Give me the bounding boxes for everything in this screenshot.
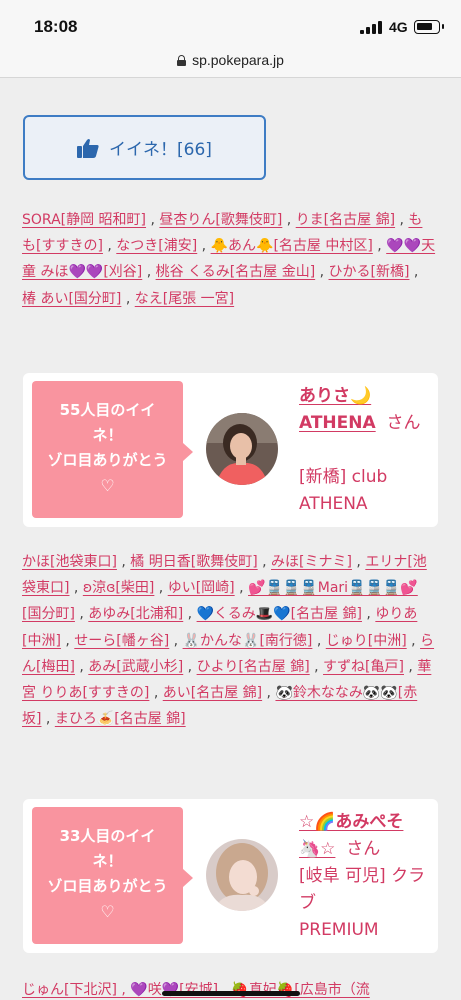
liker-link[interactable]: 🐥あん🐥[名古屋 中村区] bbox=[211, 238, 373, 254]
like-button[interactable]: イイネ！[66] bbox=[23, 115, 266, 180]
liker-link[interactable]: りま[名古屋 錦] bbox=[296, 212, 395, 228]
liker-link[interactable]: あゆみ[北浦和] bbox=[88, 606, 183, 622]
heart-icon: ♡ bbox=[100, 902, 115, 921]
lock-icon bbox=[177, 54, 187, 66]
girl-name[interactable]: ATHENA bbox=[299, 413, 376, 433]
battery-icon bbox=[414, 20, 444, 34]
liker-link[interactable]: SORA[静岡 昭和町] bbox=[22, 212, 146, 228]
separator: , bbox=[372, 238, 387, 255]
liker-link[interactable]: じゅり[中洲] bbox=[326, 633, 407, 649]
shop-line: PREMIUM bbox=[299, 920, 379, 940]
separator: , bbox=[183, 606, 197, 623]
liker-link[interactable]: 🐰かんな🐰[南行徳] bbox=[183, 633, 313, 649]
shop-line: [岐阜 可児] クラ bbox=[299, 866, 426, 886]
separator: , bbox=[361, 606, 376, 623]
girl-name[interactable]: 🦄☆ bbox=[299, 839, 335, 859]
status-time: 18:08 bbox=[34, 17, 78, 36]
separator: , bbox=[183, 658, 197, 675]
liker-link[interactable]: 昼杏りん[歌舞伎町] bbox=[159, 212, 282, 228]
liker-link[interactable]: あみ[武蔵小杉] bbox=[88, 659, 183, 675]
thanks-message-line: 55人目のイイ bbox=[59, 401, 156, 419]
separator: , bbox=[257, 554, 272, 570]
thanks-message-line: ネ！ bbox=[92, 852, 123, 870]
thanks-card-2[interactable]: 33人目のイイ ネ！ ゾロ目ありがとう ♡ ☆🌈あみぺそ 🦄☆ さん [岐阜 可… bbox=[23, 799, 438, 953]
thanks-message-line: ネ！ bbox=[92, 426, 123, 444]
liker-link[interactable]: ゆい[岡崎] bbox=[168, 580, 235, 596]
status-bar: 18:08 4G bbox=[0, 0, 461, 44]
liker-link[interactable]: せーら[幡ヶ谷] bbox=[74, 633, 169, 649]
thanks-message-line: ゾロ目ありがとう bbox=[47, 451, 168, 469]
page-content: イイネ！[66] SORA[静岡 昭和町] , 昼杏りん[歌舞伎町] , りま[… bbox=[0, 79, 461, 1000]
separator: , bbox=[409, 264, 419, 281]
liker-link[interactable]: みほ[ミナミ] bbox=[271, 554, 352, 570]
separator: , bbox=[282, 212, 296, 228]
like-button-label: イイネ！[66] bbox=[109, 140, 212, 160]
separator: , bbox=[69, 580, 83, 597]
liker-link[interactable]: ʚ涼ɞ[柴田] bbox=[83, 580, 155, 596]
liker-link[interactable]: 桃谷 くるみ[名古屋 金山] bbox=[156, 264, 316, 280]
address-bar[interactable]: sp.pokepara.jp bbox=[0, 44, 461, 78]
thanks-bubble: 33人目のイイ ネ！ ゾロ目ありがとう ♡ bbox=[32, 807, 193, 944]
likers-list-2: かほ[池袋東口] , 橘 明日香[歌舞伎町] , みほ[ミナミ] , エリナ[池… bbox=[22, 549, 436, 732]
shop-info: [新橋] club ATHENA bbox=[299, 464, 429, 518]
liker-link[interactable]: ひかる[新橋] bbox=[329, 264, 410, 280]
network-type: 4G bbox=[389, 19, 408, 35]
shop-info: [岐阜 可児] クラ ブ PREMIUM bbox=[299, 863, 429, 944]
thanks-card-1[interactable]: 55人目のイイ ネ！ ゾロ目ありがとう ♡ ありさ🌙 ATHENA さん [新橋… bbox=[23, 373, 438, 527]
separator: , bbox=[102, 238, 117, 255]
separator: , bbox=[312, 632, 326, 649]
girl-name[interactable]: ☆🌈あみぺそ bbox=[299, 812, 403, 832]
shop-line: ATHENA bbox=[299, 494, 368, 514]
separator: , bbox=[121, 290, 135, 307]
signal-icon bbox=[360, 20, 384, 34]
separator: , bbox=[403, 658, 418, 675]
separator: , bbox=[116, 554, 131, 570]
liker-link[interactable]: なえ[尾張 一宮] bbox=[135, 291, 234, 307]
thanks-message-line: ゾロ目ありがとう bbox=[47, 877, 168, 895]
likers-list-1: SORA[静岡 昭和町] , 昼杏りん[歌舞伎町] , りま[名古屋 錦] , … bbox=[22, 207, 436, 312]
separator: , bbox=[74, 658, 89, 675]
liker-link[interactable]: かほ[池袋東口] bbox=[22, 554, 117, 570]
liker-link[interactable]: まひろ🍝[名古屋 錦] bbox=[55, 711, 186, 727]
thanks-message-line: 33人目のイイ bbox=[59, 827, 156, 845]
separator: , bbox=[234, 580, 249, 597]
separator: , bbox=[395, 212, 409, 228]
separator: , bbox=[197, 238, 211, 255]
separator: , bbox=[60, 632, 75, 649]
separator: , bbox=[146, 212, 160, 228]
liker-link[interactable]: ひより[名古屋 錦] bbox=[197, 659, 310, 675]
url-text[interactable]: sp.pokepara.jp bbox=[192, 52, 284, 68]
girl-avatar[interactable] bbox=[206, 839, 278, 911]
thumbs-up-icon bbox=[77, 138, 99, 158]
girl-info: ☆🌈あみぺそ 🦄☆ さん bbox=[299, 809, 429, 863]
shop-line: [新橋] club bbox=[299, 467, 388, 487]
liker-link[interactable]: あい[名古屋 錦] bbox=[163, 685, 262, 701]
separator: , bbox=[74, 606, 89, 623]
shop-line: ブ bbox=[299, 893, 316, 913]
liker-link[interactable]: すずね[亀戸] bbox=[323, 659, 404, 675]
separator: , bbox=[154, 580, 168, 597]
girl-avatar[interactable] bbox=[206, 413, 278, 485]
honorific: さん bbox=[386, 413, 421, 433]
liker-link[interactable]: 橘 明日香[歌舞伎町] bbox=[130, 554, 257, 570]
separator: , bbox=[262, 685, 276, 702]
separator: , bbox=[315, 264, 329, 281]
liker-link[interactable]: 椿 あい[国分町] bbox=[22, 291, 121, 307]
separator: , bbox=[406, 632, 421, 649]
separator: , bbox=[309, 658, 324, 675]
separator: , bbox=[169, 632, 183, 649]
separator: , bbox=[149, 685, 163, 702]
home-indicator bbox=[162, 991, 300, 996]
honorific: さん bbox=[346, 839, 381, 859]
thanks-bubble: 55人目のイイ ネ！ ゾロ目ありがとう ♡ bbox=[32, 381, 193, 518]
girl-name[interactable]: ありさ🌙 bbox=[299, 386, 371, 406]
liker-link[interactable]: 💙くるみ🎩💙[名古屋 錦] bbox=[197, 606, 362, 622]
likers-list-3: じゅん[下北沢] , 💜咲💜[安城] , 🍓真妃🍓[広島市（流 bbox=[22, 977, 436, 1000]
separator: , bbox=[142, 264, 156, 281]
heart-icon: ♡ bbox=[100, 476, 115, 495]
girl-info: ありさ🌙 ATHENA さん bbox=[299, 383, 429, 437]
separator: , bbox=[41, 711, 55, 728]
separator: , bbox=[351, 554, 366, 570]
liker-link[interactable]: なつき[浦安] bbox=[116, 238, 197, 254]
